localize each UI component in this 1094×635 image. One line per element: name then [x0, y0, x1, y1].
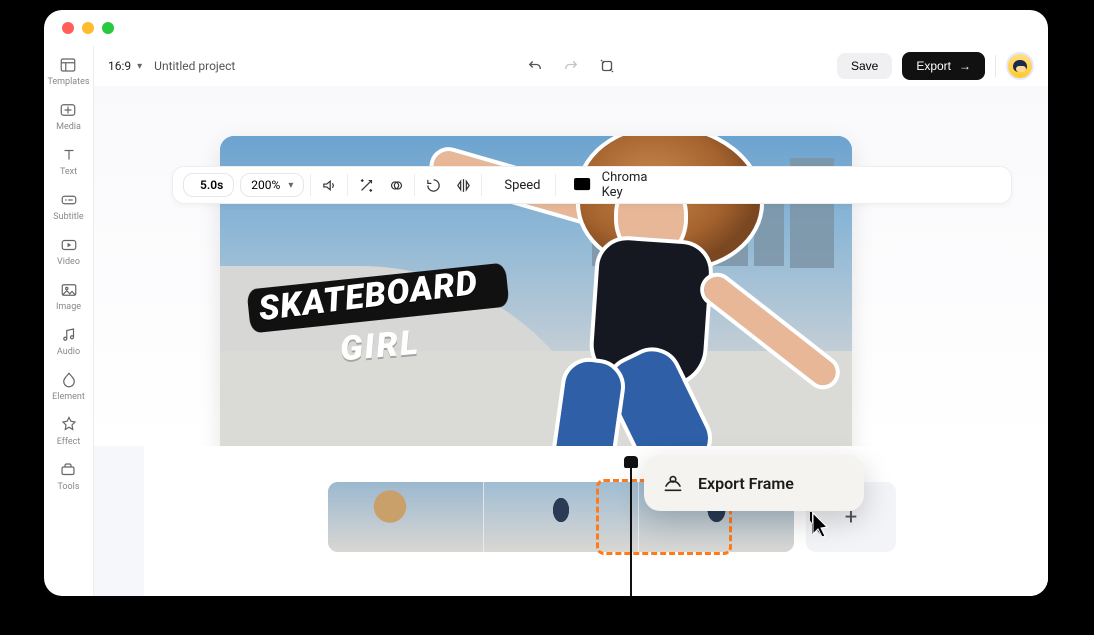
color-button[interactable]: [384, 173, 408, 197]
chroma-key-label: Chroma Key: [602, 170, 648, 200]
sidebar-item-label: Subtitle: [53, 212, 83, 222]
sidebar-item-media[interactable]: Media: [56, 101, 81, 132]
zoom-dropdown[interactable]: 200% ▾: [240, 173, 304, 197]
timeline-clip[interactable]: [328, 482, 483, 552]
history-controls: [526, 57, 616, 75]
color-overlap-icon: [388, 177, 405, 194]
export-frame-label: Export Frame: [698, 474, 794, 493]
window-controls: [62, 22, 114, 34]
sidebar-item-text[interactable]: Text: [60, 146, 78, 177]
sidebar-item-label: Media: [56, 122, 81, 132]
sidebar-item-element[interactable]: Element: [52, 371, 85, 402]
sidebar-item-templates[interactable]: Templates: [47, 56, 89, 87]
export-label: Export: [916, 59, 951, 73]
close-icon[interactable]: [62, 22, 74, 34]
sidebar-item-video[interactable]: Video: [57, 236, 80, 267]
sidebar-item-tools[interactable]: Tools: [57, 461, 79, 492]
avatar[interactable]: [1006, 52, 1034, 80]
sidebar-item-label: Tools: [57, 482, 79, 492]
aspect-ratio-dropdown[interactable]: 16:9 ▾: [108, 59, 142, 73]
context-menu-export-frame[interactable]: Export Frame: [644, 455, 864, 511]
arrow-right-icon: →: [959, 59, 971, 73]
sidebar-item-label: Templates: [47, 77, 89, 87]
redo-button[interactable]: [562, 57, 580, 75]
element-icon: [60, 371, 78, 389]
divider: [310, 174, 311, 196]
effect-icon: [60, 416, 78, 434]
audio-icon: [60, 326, 78, 344]
sidebar-item-audio[interactable]: Audio: [57, 326, 80, 357]
cursor-icon: [810, 510, 834, 538]
crop-button[interactable]: [598, 57, 616, 75]
divider: [481, 174, 482, 196]
speed-button[interactable]: Speed: [488, 178, 548, 193]
sidebar-item-label: Audio: [57, 347, 80, 357]
chroma-key-button[interactable]: Chroma Key: [562, 170, 656, 200]
volume-icon: [321, 177, 338, 194]
timeline-clip[interactable]: [483, 482, 639, 552]
export-frame-icon: [662, 472, 684, 494]
sidebar-item-effect[interactable]: Effect: [57, 416, 81, 447]
rotate-icon: [425, 177, 442, 194]
overlay-title-line2: GIRL: [338, 323, 421, 370]
sidebar-item-subtitle[interactable]: Subtitle: [53, 191, 83, 222]
chroma-key-icon: [570, 173, 594, 197]
playhead[interactable]: [630, 460, 632, 596]
clip-toolbar: 5.0s 200% ▾: [172, 166, 1012, 204]
subtitle-icon: [60, 191, 78, 209]
save-label: Save: [851, 59, 878, 73]
video-icon: [60, 236, 78, 254]
zoom-value: 200%: [251, 178, 280, 192]
chevron-down-icon: ▾: [137, 61, 142, 72]
save-button[interactable]: Save: [837, 53, 892, 79]
duration-chip[interactable]: 5.0s: [183, 173, 234, 197]
workspace: 5.0s 200% ▾: [94, 86, 1048, 596]
media-icon: [59, 101, 77, 119]
tools-icon: [59, 461, 77, 479]
divider: [995, 55, 996, 77]
redo-icon: [562, 57, 580, 75]
topbar: 16:9 ▾ Untitled project Save Export: [94, 46, 1048, 86]
sidebar-item-label: Image: [56, 302, 81, 312]
volume-button[interactable]: [317, 173, 341, 197]
magic-wand-icon: [358, 177, 375, 194]
canvas-area: SKATEBOARD GIRL: [94, 86, 1048, 446]
minimize-icon[interactable]: [82, 22, 94, 34]
speed-label: Speed: [504, 178, 540, 193]
undo-icon: [526, 57, 544, 75]
timeline-area: +: [144, 446, 1048, 596]
divider: [555, 174, 556, 196]
image-icon: [60, 281, 78, 299]
rotate-button[interactable]: [421, 173, 445, 197]
sidebar-item-label: Text: [60, 167, 77, 177]
crop-icon: [598, 57, 616, 75]
aspect-ratio-value: 16:9: [108, 59, 131, 73]
flip-button[interactable]: [451, 173, 475, 197]
flip-icon: [455, 177, 472, 194]
divider: [414, 174, 415, 196]
sidebar-item-label: Effect: [57, 437, 81, 447]
chevron-down-icon: ▾: [288, 180, 293, 191]
magic-button[interactable]: [354, 173, 378, 197]
project-name[interactable]: Untitled project: [154, 59, 235, 73]
duration-value: 5.0s: [200, 178, 223, 192]
sidebar-item-label: Element: [52, 392, 85, 402]
undo-button[interactable]: [526, 57, 544, 75]
export-button[interactable]: Export →: [902, 52, 985, 80]
app-window: Templates Media Text Subtitle Video Imag…: [44, 10, 1048, 596]
templates-icon: [59, 56, 77, 74]
zoom-icon[interactable]: [102, 22, 114, 34]
sidebar: Templates Media Text Subtitle Video Imag…: [44, 46, 94, 596]
text-icon: [60, 146, 78, 164]
divider: [347, 174, 348, 196]
sidebar-item-label: Video: [57, 257, 80, 267]
sidebar-item-image[interactable]: Image: [56, 281, 81, 312]
